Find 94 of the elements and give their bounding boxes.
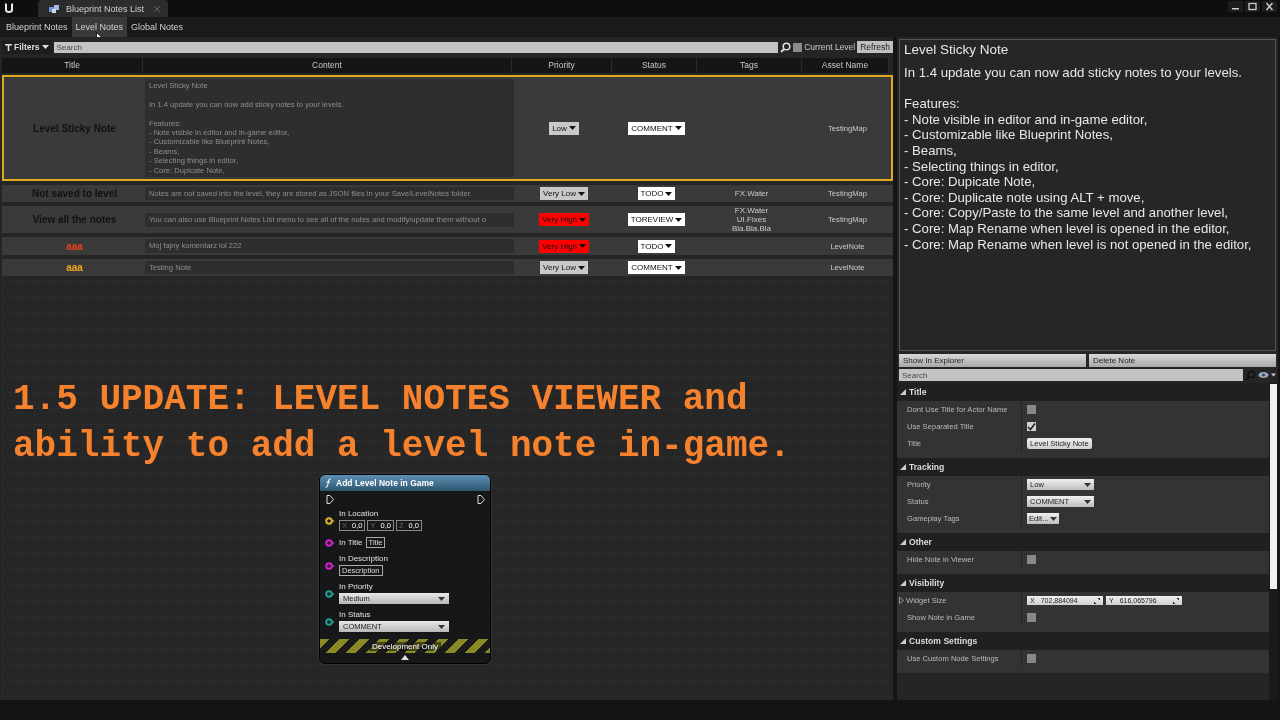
pin-label: In Priority [339,582,374,592]
engine-logo-icon [3,1,16,15]
caret-icon [1050,516,1058,521]
checkbox[interactable] [793,42,803,52]
node-footer: Development Only [369,641,441,651]
pin-icon[interactable] [325,590,335,599]
caret-icon [674,126,682,131]
collapse-icon[interactable] [900,389,906,395]
pin-label: In Status [339,610,372,620]
caret-icon [578,244,586,249]
caret-icon [674,265,682,270]
checkbox[interactable] [1027,654,1036,663]
section-header[interactable]: Title [897,383,1269,401]
status-dropdown[interactable]: COMMENT [628,121,685,135]
collapse-icon[interactable] [900,539,906,545]
refresh-button[interactable]: Refresh [857,41,893,53]
tag-label: Bla.Bla.Bla [731,224,772,234]
caret-icon [568,126,576,131]
caret-icon [1084,482,1091,487]
section-header[interactable]: Tracking [897,458,1269,476]
search-field[interactable]: Search [899,369,1243,381]
eye-icon[interactable] [1258,371,1276,379]
caret-icon [1084,499,1091,504]
section-header[interactable]: Other [897,533,1269,551]
tag-label: FX.Water [734,189,769,199]
status-dropdown[interactable]: TOREVIEW [627,213,686,227]
preview-title: Level Sticky Note [904,42,1010,57]
search-icon[interactable] [780,41,792,53]
section-header[interactable]: Visibility [897,574,1269,592]
resize-icon[interactable] [1094,597,1100,604]
pin-label: In Location [339,509,380,519]
editor-tab[interactable]: Blueprint Notes List [38,0,168,17]
close-icon[interactable] [1262,1,1277,12]
pin-icon[interactable] [325,517,335,526]
caret-icon [438,596,445,601]
pin-icon[interactable] [325,618,335,627]
column-header: Tags [697,58,802,73]
pin-label: In Description [339,554,388,564]
priority-dropdown[interactable]: Very Low [540,187,588,201]
action-button[interactable]: Delete Note [1089,354,1276,367]
caret-icon [577,265,585,270]
minimize-icon[interactable] [1228,1,1243,12]
pin-icon[interactable] [325,539,335,548]
caret-icon [675,217,683,222]
checkbox[interactable] [1027,613,1036,622]
priority-dropdown[interactable]: Very Low [540,261,588,275]
exec-pin-icon[interactable] [477,495,485,505]
preview-text: In 1.4 update you can now add sticky notes to your levels. Features: - Note visible in editor and in-game editor, - Customizable like Blueprint Notes, - Beams, - Selecting things in editor, - Core: Dupicate Note, - Core: Duplicate note using ALT + move, - Core: Copy/Paste to the same level and another level, - Core: Map Rename when level is opened in the editor, - Core: Map Rename when level is not opened in the editor, [904,65,1253,253]
filter-icon [5,43,12,51]
status-dropdown[interactable]: TODO [637,239,676,253]
caret-icon [41,45,49,49]
column-header: Asset Name [802,58,889,73]
overlay-caption: 1.5 UPDATE: LEVEL NOTES VIEWER and ability to add a level note in-game. [13,378,792,470]
action-button[interactable]: Show In Explorer [899,354,1086,367]
resize-icon[interactable] [1173,597,1179,604]
scrollbar-thumb[interactable] [1270,384,1277,589]
section-header[interactable]: Custom Settings [897,632,1269,650]
function-icon [325,478,332,489]
column-header: Priority [512,58,612,73]
tag-label: UI.Fixes [736,215,767,225]
caret-icon [438,624,445,629]
tag-label: FX.Water [734,206,769,216]
priority-dropdown[interactable]: Very High [539,213,589,227]
checkbox[interactable] [1027,422,1036,431]
status-dropdown[interactable]: TODO [637,187,676,201]
tab-title: Blueprint Notes List [66,3,146,14]
collapse-icon[interactable] [900,638,906,644]
collapse-icon[interactable] [900,580,906,586]
search-field[interactable]: Search [53,41,779,53]
pin-label: In Title [339,538,363,548]
table-cell: aaa [66,262,83,274]
tab[interactable]: Level Notes [71,17,128,37]
pin-icon[interactable] [325,562,335,571]
caret-icon [577,191,585,196]
checkbox[interactable] [1027,405,1036,414]
checkbox[interactable] [1027,555,1036,564]
filters-dropdown[interactable]: Filters [2,40,52,54]
table-row[interactable] [2,75,893,182]
caret-icon [578,217,586,222]
caret-icon [665,191,673,196]
maximize-icon[interactable] [1245,1,1260,12]
exec-pin-icon[interactable] [326,495,334,505]
column-header: Title [2,58,143,73]
table-cell: aaa [66,240,83,252]
priority-dropdown[interactable]: Low [549,121,579,135]
collapse-icon[interactable] [900,464,906,470]
checkbox-label: Current Level [804,42,856,52]
caret-icon [665,244,673,249]
node-title: Add Level Note in Game [336,478,434,489]
status-dropdown[interactable]: COMMENT [628,261,685,275]
column-header: Content [143,58,512,73]
column-header: Status [612,58,697,73]
notes-icon [48,3,60,14]
priority-dropdown[interactable]: Very High [539,239,589,253]
